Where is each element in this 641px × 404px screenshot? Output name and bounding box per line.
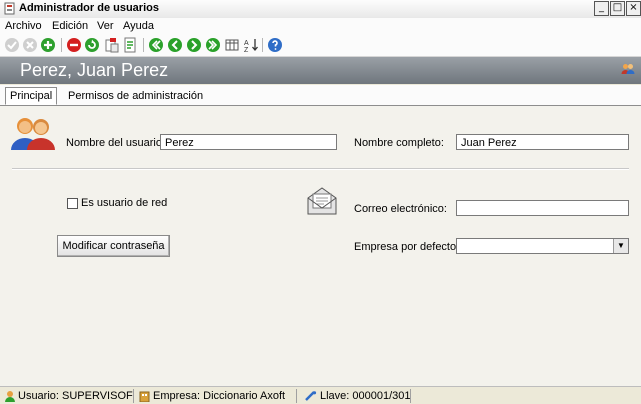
record-header: Perez, Juan Perez [0, 57, 641, 84]
svg-text:Z: Z [244, 47, 249, 53]
app-icon [4, 2, 15, 15]
minimize-button[interactable]: _ [594, 1, 609, 16]
app-window: Administrador de usuarios _ □ × Archivo … [0, 0, 641, 404]
toolbar: AZ [0, 34, 641, 57]
company-select[interactable]: ▼ [456, 238, 629, 254]
status-separator [296, 389, 297, 403]
record-title: Perez, Juan Perez [20, 60, 169, 80]
users-icon [621, 64, 635, 74]
window-controls: _ □ × [594, 1, 641, 16]
document-icon[interactable] [122, 37, 138, 53]
status-user: Usuario: SUPERVISOF [18, 390, 133, 402]
first-record-icon[interactable] [148, 37, 164, 53]
tab-principal[interactable]: Principal [5, 87, 58, 105]
toolbar-separator [262, 38, 263, 52]
title-bar: Administrador de usuarios _ □ × [0, 0, 641, 19]
username-field[interactable] [160, 134, 337, 150]
email-input[interactable] [461, 202, 628, 216]
username-label: Nombre del usuario: [66, 137, 166, 149]
help-icon[interactable] [267, 37, 283, 53]
chevron-down-icon[interactable]: ▼ [613, 239, 628, 253]
paste-icon[interactable] [104, 37, 120, 53]
maximize-button[interactable]: □ [610, 1, 625, 16]
email-envelope-icon [307, 187, 337, 215]
menu-ayuda[interactable]: Ayuda [123, 20, 154, 32]
main-panel: Nombre del usuario: Nombre completo: Es … [0, 106, 641, 386]
change-password-button[interactable]: Modificar contraseña [57, 235, 170, 257]
close-button[interactable]: × [626, 1, 641, 16]
user-avatar-icon [11, 118, 55, 150]
sort-icon[interactable]: AZ [243, 37, 259, 53]
status-key: Llave: 000001/301 [320, 390, 411, 402]
tab-permisos-administracion[interactable]: Permisos de administración [64, 88, 207, 104]
network-user-checkbox[interactable] [67, 198, 78, 209]
svg-text:A: A [244, 40, 249, 47]
menu-edicion[interactable]: Edición [52, 20, 88, 32]
status-company: Empresa: Diccionario Axoft [153, 390, 286, 402]
cancel-icon[interactable] [22, 37, 38, 53]
fullname-input[interactable] [461, 136, 628, 150]
fullname-label: Nombre completo: [354, 137, 444, 149]
key-icon [305, 391, 317, 401]
grid-icon[interactable] [224, 37, 240, 53]
next-record-icon[interactable] [186, 37, 202, 53]
status-separator [410, 389, 411, 403]
delete-icon[interactable] [66, 37, 82, 53]
menu-ver[interactable]: Ver [97, 20, 114, 32]
status-bar: Usuario: SUPERVISOF Empresa: Diccionario… [0, 386, 641, 404]
company-icon [139, 391, 150, 402]
toolbar-separator [143, 38, 144, 52]
add-icon[interactable] [40, 37, 56, 53]
company-label: Empresa por defecto: [354, 241, 460, 253]
network-user-label: Es usuario de red [81, 197, 168, 209]
section-divider [12, 168, 629, 170]
menu-bar: Archivo Edición Ver Ayuda [0, 18, 641, 34]
username-input[interactable] [165, 136, 336, 150]
user-icon [5, 391, 15, 402]
previous-record-icon[interactable] [167, 37, 183, 53]
fullname-field[interactable] [456, 134, 629, 150]
status-separator [133, 389, 134, 403]
accept-icon[interactable] [4, 37, 20, 53]
toolbar-separator [61, 38, 62, 52]
refresh-icon[interactable] [84, 37, 100, 53]
last-record-icon[interactable] [205, 37, 221, 53]
email-label: Correo electrónico: [354, 203, 447, 215]
tab-strip: Principal Permisos de administración [0, 85, 641, 106]
menu-archivo[interactable]: Archivo [5, 20, 42, 32]
email-field[interactable] [456, 200, 629, 216]
window-title: Administrador de usuarios [19, 2, 159, 14]
